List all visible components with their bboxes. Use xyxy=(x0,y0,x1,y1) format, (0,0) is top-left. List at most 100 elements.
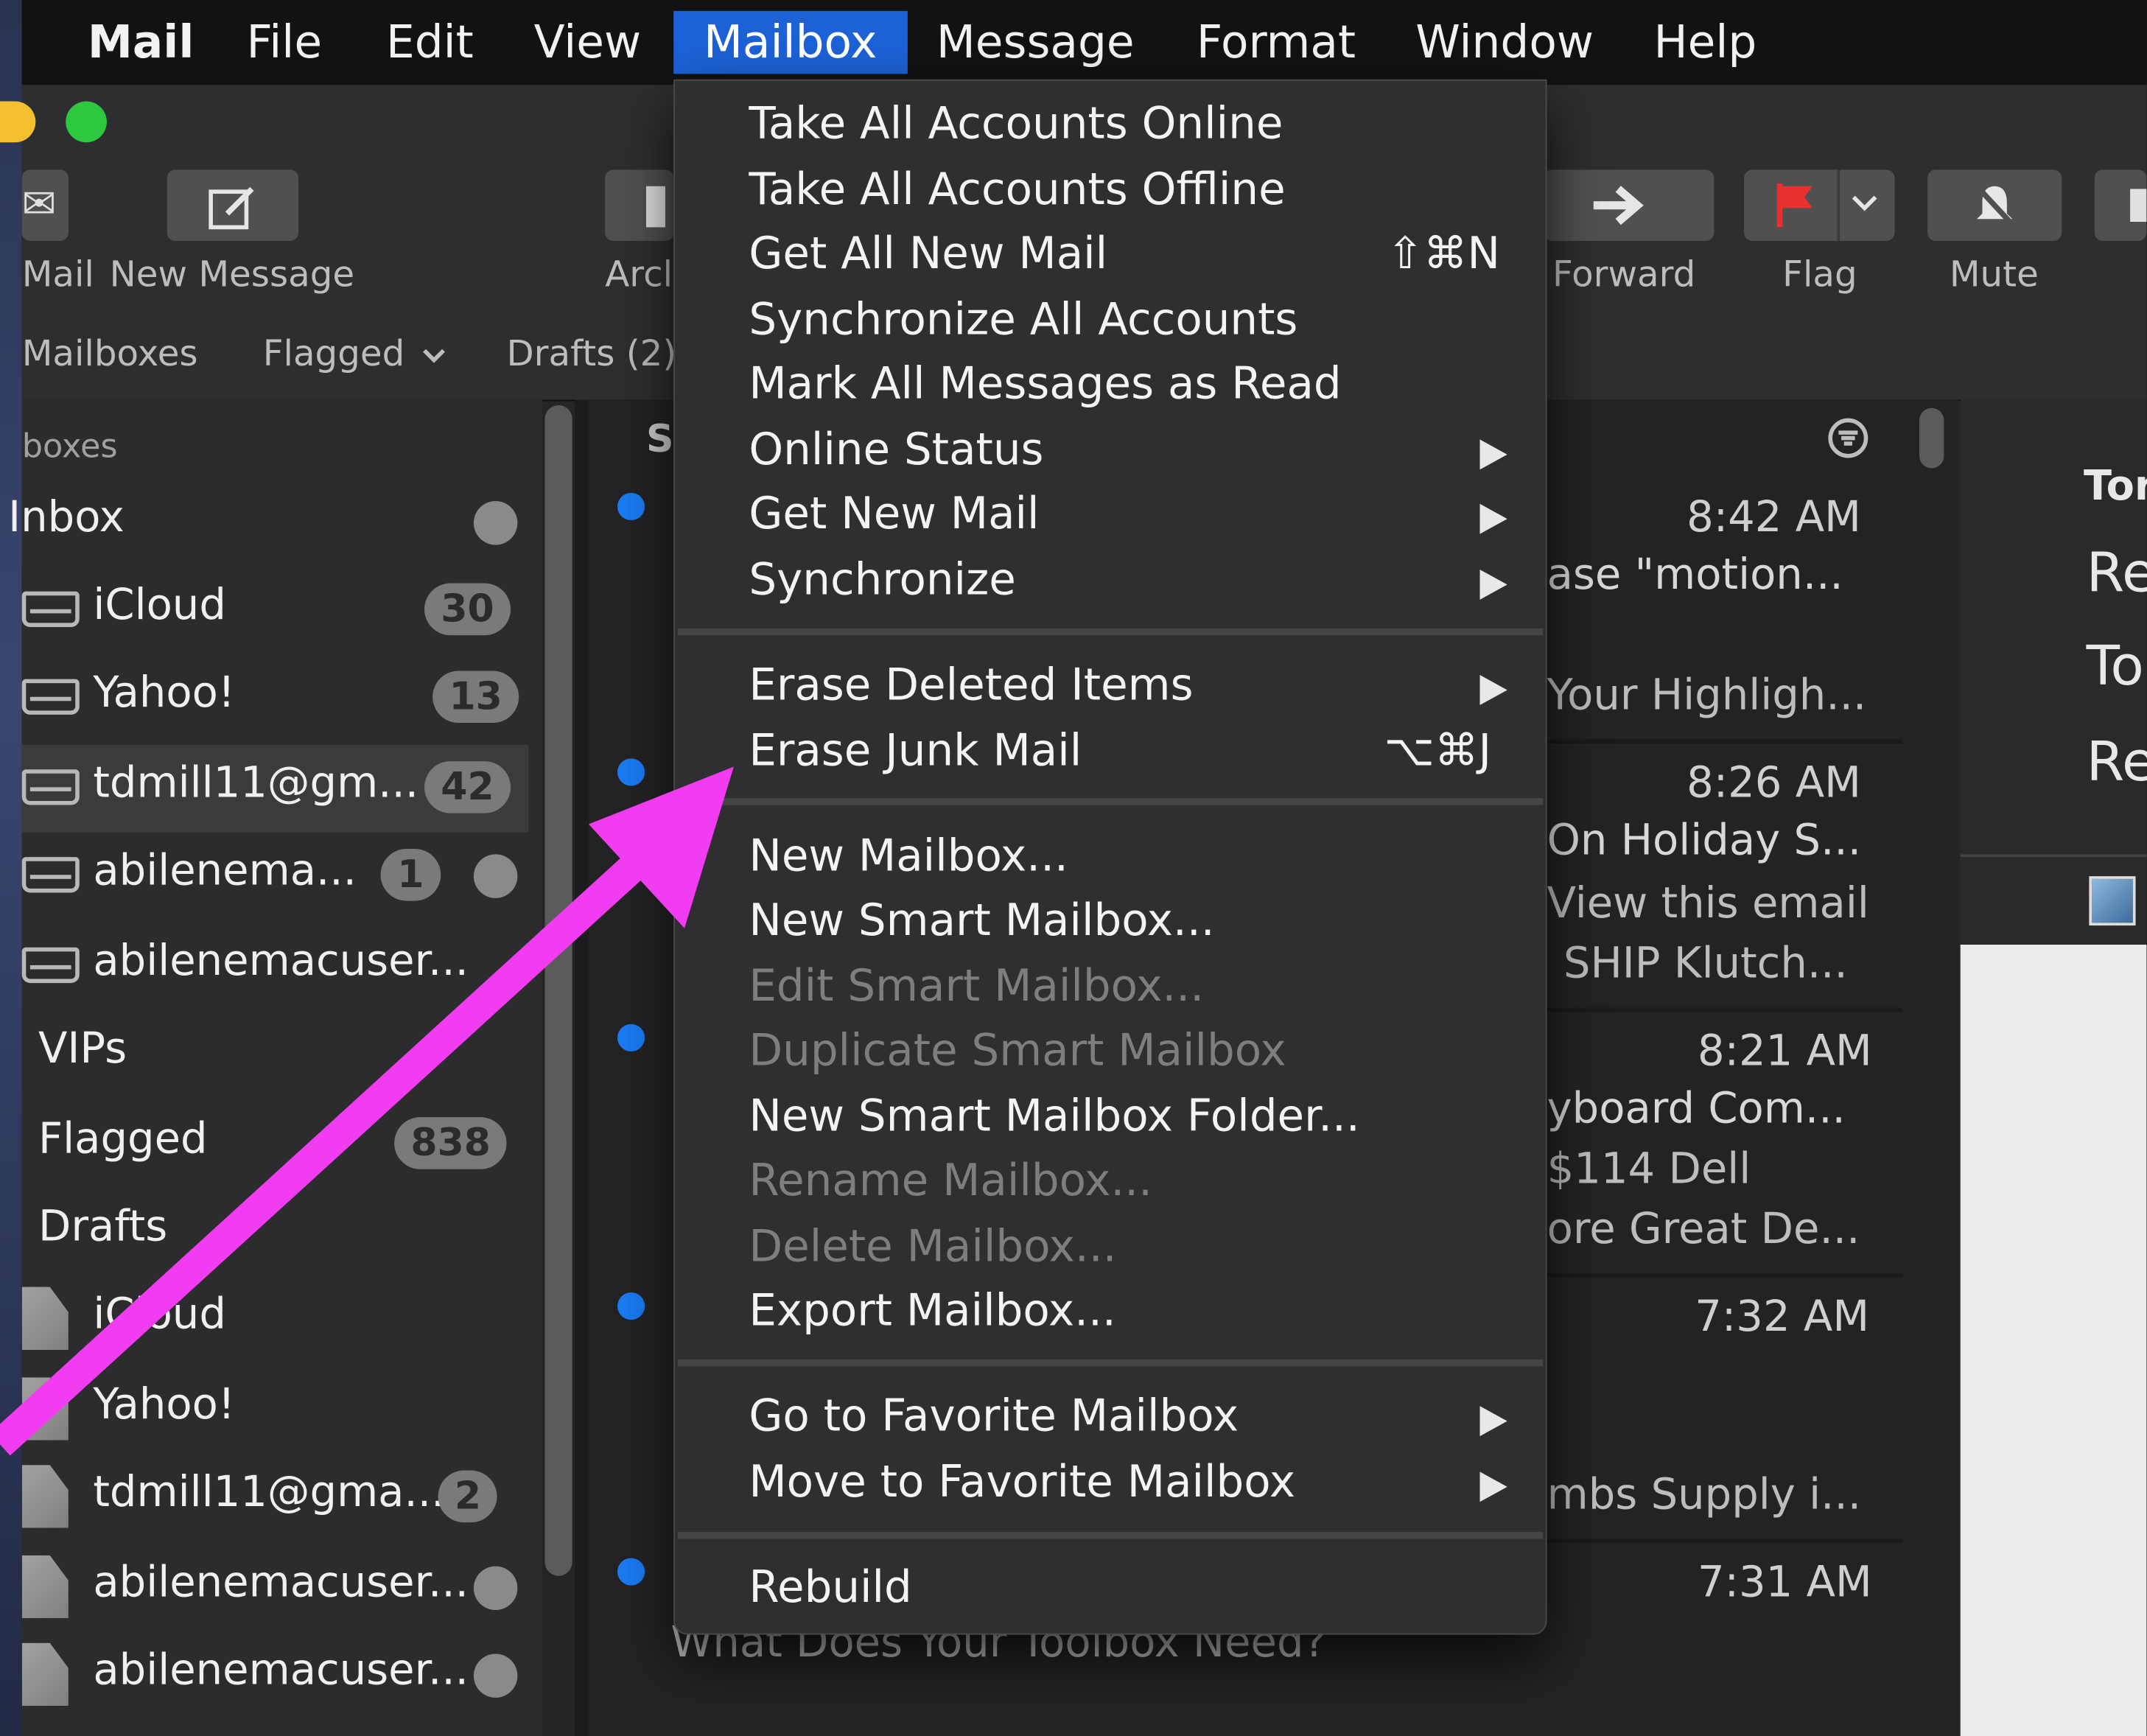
inbox-tray-icon xyxy=(21,679,80,715)
sidebar-item-label: abilenemacuser... xyxy=(93,1558,469,1608)
menu-item-rebuild[interactable]: Rebuild xyxy=(749,1561,911,1613)
more-toolbar-button[interactable] xyxy=(2094,169,2147,242)
sidebar-item-yahoo[interactable]: Yahoo! 13 xyxy=(21,654,528,742)
archive-label: Arcl xyxy=(605,254,673,296)
sidebar-item-label: Flagged xyxy=(38,1114,208,1164)
menu-item-new-smart-mailbox[interactable]: New Smart Mailbox... xyxy=(749,894,1214,946)
filter-icon[interactable] xyxy=(1826,416,1870,460)
submenu-arrow-icon xyxy=(1479,1471,1507,1502)
menu-format[interactable]: Format xyxy=(1197,11,1356,74)
menu-file[interactable]: File xyxy=(246,11,322,74)
archive-icon xyxy=(645,186,666,228)
sidebar-item-drafts-icloud[interactable]: iCloud xyxy=(21,1276,528,1364)
flag-icon xyxy=(1776,183,1813,228)
menu-item-online-status[interactable]: Online Status xyxy=(749,423,1043,475)
mute-label: Mute xyxy=(1949,254,2039,296)
menu-item-synchronize-all-accounts[interactable]: Synchronize All Accounts xyxy=(749,293,1297,346)
unread-count-badge: 13 xyxy=(432,671,519,724)
menu-item-mark-all-messages-read[interactable]: Mark All Messages as Read xyxy=(749,357,1341,410)
inbox-tray-icon xyxy=(21,947,80,984)
attachment-icon[interactable] xyxy=(2089,876,2136,926)
favorites-mailboxes[interactable]: Mailboxes xyxy=(22,334,198,375)
sidebar-item-icloud[interactable]: iCloud 30 xyxy=(21,567,528,654)
menu-help[interactable]: Help xyxy=(1654,11,1757,74)
sidebar-item-abilenemacuser[interactable]: abilenemacuser... xyxy=(21,923,528,1010)
sidebar-section-header: boxes xyxy=(21,427,118,466)
chevron-down-icon[interactable] xyxy=(421,348,446,364)
menu-item-erase-junk-mail[interactable]: Erase Junk Mail xyxy=(749,724,1082,777)
sidebar-item-abilenema[interactable]: abilenema... 1 xyxy=(21,833,528,920)
menu-item-erase-deleted-items[interactable]: Erase Deleted Items xyxy=(749,659,1193,711)
sidebar-item-label: Drafts xyxy=(38,1202,168,1252)
pane-divider[interactable] xyxy=(575,399,589,1736)
unread-count-badge: 1 xyxy=(380,848,441,901)
forward-button[interactable] xyxy=(1544,169,1715,242)
message-list-scrollbar[interactable] xyxy=(1919,407,1944,469)
unread-count-badge: 2 xyxy=(438,1470,498,1523)
message-subject: ase "motion... xyxy=(1547,550,1843,600)
mute-button[interactable] xyxy=(1927,169,2062,242)
flag-button[interactable] xyxy=(1744,169,1895,242)
menu-item-take-all-accounts-online[interactable]: Take All Accounts Online xyxy=(749,97,1283,150)
message-time: 8:26 AM xyxy=(1687,758,1861,808)
activity-icon xyxy=(473,1653,518,1698)
new-message-button[interactable] xyxy=(167,169,299,242)
forward-label: Forward xyxy=(1552,254,1696,296)
favorites-drafts[interactable]: Drafts (2) xyxy=(506,334,676,375)
menu-message[interactable]: Message xyxy=(936,11,1135,74)
menu-item-take-all-accounts-offline[interactable]: Take All Accounts Offline xyxy=(749,163,1285,215)
unread-indicator xyxy=(617,1558,645,1586)
menu-item-export-mailbox[interactable]: Export Mailbox... xyxy=(749,1284,1115,1337)
sidebar-item-label: iCloud xyxy=(93,1289,226,1340)
message-preview: SHIP Klutch... xyxy=(1563,939,1848,989)
menu-item-edit-smart-mailbox: Edit Smart Mailbox... xyxy=(749,959,1205,1012)
chevron-down-icon[interactable] xyxy=(1851,195,1878,214)
menu-edit[interactable]: Edit xyxy=(386,11,474,74)
message-body xyxy=(1960,945,2147,1736)
sidebar-item-label: VIPs xyxy=(38,1023,127,1074)
sidebar-item-drafts-yahoo[interactable]: Yahoo! xyxy=(21,1366,528,1454)
message-preview: $114 Dell xyxy=(1547,1144,1751,1194)
mailbox-menu-dropdown: Take All Accounts Online Take All Accoun… xyxy=(673,79,1547,1635)
sidebar-item-label: Yahoo! xyxy=(93,1379,235,1429)
get-mail-button[interactable]: ✉ xyxy=(21,169,69,242)
menu-item-get-all-new-mail[interactable]: Get All New Mail xyxy=(749,227,1107,279)
menu-app-mail[interactable]: Mail xyxy=(88,11,194,74)
sidebar-item-flagged[interactable]: Flagged 838 xyxy=(22,1101,528,1189)
sidebar-item-tdmill11-gmail[interactable]: tdmill11@gm... 42 xyxy=(21,744,529,833)
sidebar-scrollbar[interactable] xyxy=(544,405,572,1576)
sidebar-item-inbox[interactable]: Inbox xyxy=(8,479,528,567)
zoom-button[interactable] xyxy=(66,101,107,143)
get-mail-label: Mail xyxy=(21,254,94,296)
sidebar-item-label: tdmill11@gm... xyxy=(93,758,419,808)
sidebar-item-label: abilenemacuser... xyxy=(93,1645,469,1695)
message-preview: ore Great De... xyxy=(1547,1205,1860,1254)
menu-window[interactable]: Window xyxy=(1415,11,1594,74)
sidebar-item-drafts-abilenemacuser-2[interactable]: abilenemacuser... xyxy=(21,1632,528,1720)
menu-item-go-to-favorite-mailbox[interactable]: Go to Favorite Mailbox xyxy=(749,1390,1239,1442)
menu-mailbox[interactable]: Mailbox xyxy=(673,10,908,74)
menu-view[interactable]: View xyxy=(534,11,642,74)
sort-header[interactable]: S xyxy=(646,416,673,461)
sidebar-item-label: Yahoo! xyxy=(93,668,235,718)
unread-indicator xyxy=(617,1023,645,1051)
menu-item-synchronize[interactable]: Synchronize xyxy=(749,553,1015,606)
sidebar-item-drafts-tdmill11[interactable]: tdmill11@gma... 2 xyxy=(21,1454,528,1541)
menu-separator xyxy=(677,628,1544,636)
sidebar-item-vips[interactable]: VIPs xyxy=(22,1010,528,1098)
menu-item-move-to-favorite-mailbox[interactable]: Move to Favorite Mailbox xyxy=(749,1455,1295,1508)
shortcut-erase-junk-mail: ⌥⌘J xyxy=(1384,724,1491,777)
activity-icon xyxy=(473,501,518,545)
menu-separator xyxy=(677,1532,1544,1539)
menu-item-new-mailbox[interactable]: New Mailbox... xyxy=(749,830,1068,882)
menu-separator xyxy=(677,1359,1544,1367)
menu-item-new-smart-mailbox-folder[interactable]: New Smart Mailbox Folder... xyxy=(749,1090,1359,1142)
unread-count-badge: 42 xyxy=(424,761,511,813)
favorites-flagged[interactable]: Flagged xyxy=(263,334,405,375)
reading-header-line: Re xyxy=(2086,731,2147,794)
sidebar-item-drafts[interactable]: Drafts xyxy=(22,1189,528,1276)
reading-header-line: Tor xyxy=(2083,463,2147,511)
sidebar-item-drafts-abilenemacuser-1[interactable]: abilenemacuser... xyxy=(21,1544,528,1632)
archive-button[interactable] xyxy=(605,169,674,242)
menu-item-get-new-mail[interactable]: Get New Mail xyxy=(749,487,1039,539)
